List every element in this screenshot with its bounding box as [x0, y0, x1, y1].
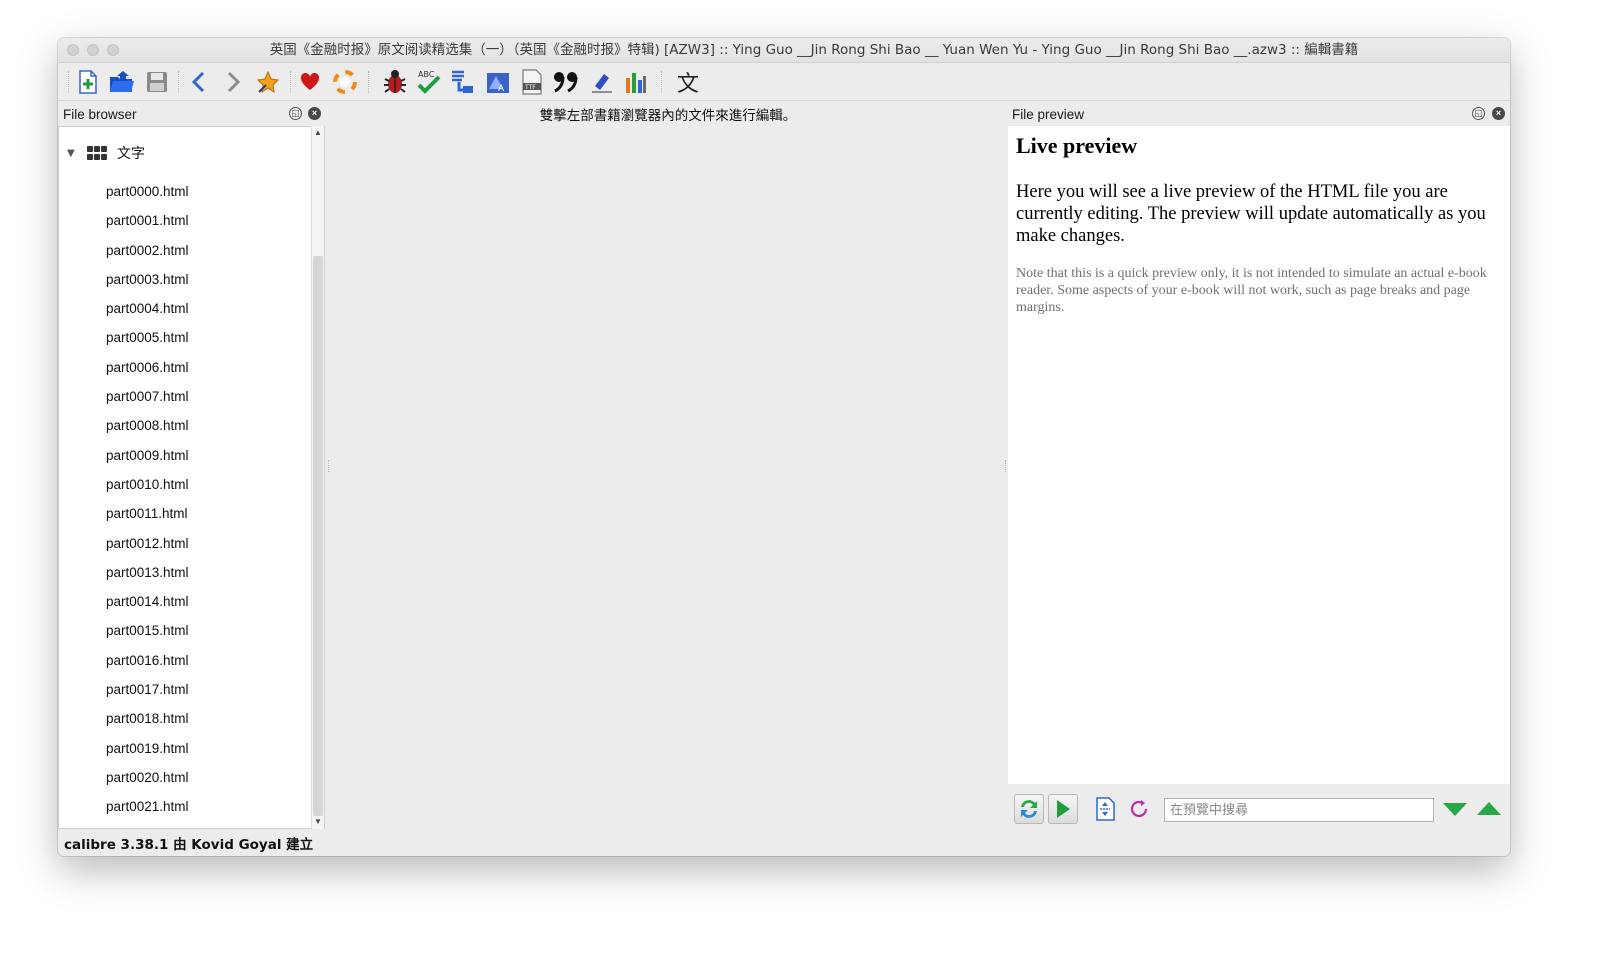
- file-list-item[interactable]: part0001.html: [106, 206, 189, 235]
- close-window-button[interactable]: [67, 44, 79, 56]
- file-list-item[interactable]: part0019.html: [106, 734, 189, 763]
- tree-root-text[interactable]: ▼ 文字: [67, 143, 145, 163]
- window-title: 英国《金融时报》原文阅读精选集（一）（英国《金融时报》特辑) [AZW3] ::…: [269, 42, 1359, 58]
- statistics-icon[interactable]: [622, 68, 650, 96]
- file-list: part0000.html part0001.html part0002.html p…: [106, 177, 189, 828]
- float-dock-icon[interactable]: ◱: [289, 107, 302, 120]
- expand-arrow-icon[interactable]: ▼: [67, 148, 83, 159]
- file-preview-title: File preview: [1012, 107, 1085, 122]
- tree-root-label: 文字: [117, 146, 145, 162]
- back-icon[interactable]: [185, 68, 213, 96]
- file-list-item[interactable]: part0020.html: [106, 763, 189, 792]
- close-dock-icon[interactable]: ×: [1492, 107, 1505, 120]
- file-list-item[interactable]: part0008.html: [106, 411, 189, 440]
- status-bar: calibre 3.38.1 由 Kovid Goyal 建立: [64, 837, 314, 853]
- file-list-item[interactable]: part0014.html: [106, 587, 189, 616]
- character-icon[interactable]: 文: [674, 68, 702, 97]
- file-list-item[interactable]: part0005.html: [106, 323, 189, 352]
- file-list-item[interactable]: part0000.html: [106, 177, 189, 206]
- file-browser-tree[interactable]: ▼ 文字 part0000.html part0001.html part0002.…: [58, 126, 325, 829]
- debug-bug-icon[interactable]: [381, 68, 409, 96]
- open-book-icon[interactable]: [108, 68, 136, 96]
- scroll-up-arrow-icon[interactable]: ▲: [312, 126, 324, 140]
- text-category-icon: [87, 146, 109, 160]
- find-next-button[interactable]: [1440, 794, 1470, 824]
- auto-refresh-toggle[interactable]: [1014, 794, 1044, 824]
- toolbar-separator: [178, 71, 180, 93]
- insert-quote-icon[interactable]: [552, 68, 580, 96]
- file-list-item[interactable]: part0010.html: [106, 470, 189, 499]
- close-dock-icon[interactable]: ×: [308, 107, 321, 120]
- file-browser-title: File browser: [63, 107, 137, 122]
- help-lifebuoy-icon[interactable]: [331, 68, 359, 96]
- file-list-item[interactable]: part0006.html: [106, 353, 189, 382]
- file-list-item[interactable]: part0009.html: [106, 441, 189, 470]
- left-splitter-handle[interactable]: [328, 460, 331, 472]
- checkpoint-icon[interactable]: [254, 68, 282, 96]
- file-list-item[interactable]: part0017.html: [106, 675, 189, 704]
- minimize-window-button[interactable]: [87, 44, 99, 56]
- spellcheck-icon[interactable]: ABC: [415, 68, 443, 96]
- zoom-window-button[interactable]: [107, 44, 119, 56]
- find-previous-button[interactable]: [1474, 794, 1504, 824]
- arrow-up-icon: [1477, 802, 1501, 815]
- preview-note-text: Note that this is a quick preview only, …: [1016, 266, 1487, 315]
- embed-fonts-icon[interactable]: TTF: [518, 68, 546, 96]
- preview-toolbar: [1008, 784, 1510, 836]
- arrow-down-icon: [1443, 803, 1467, 816]
- scroll-thumb[interactable]: [313, 256, 323, 816]
- live-preview-pane: Live preview Here you will see a live pr…: [1008, 126, 1510, 784]
- preview-search-input[interactable]: [1164, 798, 1434, 822]
- float-dock-icon[interactable]: ◱: [1472, 107, 1485, 120]
- toolbar-separator: [661, 71, 663, 93]
- file-browser-scrollbar[interactable]: ▲ ▼: [311, 126, 324, 829]
- split-file-button[interactable]: [1090, 794, 1120, 824]
- editor-placeholder-message: 雙擊左部書籍瀏覽器內的文件來進行編輯。: [539, 108, 797, 124]
- forward-icon[interactable]: [219, 68, 247, 96]
- table-of-contents-icon[interactable]: [449, 68, 477, 96]
- file-list-item[interactable]: part0015.html: [106, 616, 189, 645]
- play-icon: [1057, 800, 1070, 818]
- editor-window: 英国《金融时报》原文阅读精选集（一）（英国《金融时报》特辑) [AZW3] ::…: [58, 38, 1510, 856]
- preview-main-text: Here you will see a live preview of the …: [1016, 182, 1486, 246]
- toolbar-separator: [68, 71, 70, 93]
- file-list-item[interactable]: part0012.html: [106, 529, 189, 558]
- donate-heart-icon[interactable]: [296, 68, 324, 96]
- file-list-item[interactable]: part0007.html: [106, 382, 189, 411]
- main-toolbar: ABC A TTF 文: [58, 63, 1510, 101]
- file-list-item[interactable]: part0021.html: [106, 792, 189, 821]
- edit-pen-icon[interactable]: [588, 68, 616, 96]
- svg-text:ABC: ABC: [418, 70, 435, 79]
- file-list-item[interactable]: part0004.html: [106, 294, 189, 323]
- file-list-item[interactable]: part0011.html: [106, 499, 189, 528]
- reload-preview-button[interactable]: [1124, 794, 1154, 824]
- file-list-item[interactable]: part0018.html: [106, 704, 189, 733]
- reports-icon[interactable]: A: [484, 68, 512, 96]
- reload-icon: [1130, 800, 1148, 818]
- file-list-item[interactable]: part0003.html: [106, 265, 189, 294]
- toolbar-separator: [368, 71, 370, 93]
- scroll-down-arrow-icon[interactable]: ▼: [312, 815, 324, 829]
- title-bar: 英国《金融时报》原文阅读精选集（一）（英国《金融时报》特辑) [AZW3] ::…: [58, 38, 1510, 63]
- file-list-item[interactable]: part0016.html: [106, 646, 189, 675]
- file-list-item[interactable]: part0022.html: [106, 822, 189, 828]
- file-list-item[interactable]: part0002.html: [106, 236, 189, 265]
- preview-heading: Live preview: [1016, 133, 1138, 158]
- refresh-cycle-icon: [1021, 800, 1037, 818]
- file-list-item[interactable]: part0013.html: [106, 558, 189, 587]
- toolbar-separator: [290, 71, 292, 93]
- save-icon[interactable]: [143, 68, 171, 96]
- new-file-icon[interactable]: [74, 68, 102, 96]
- sync-preview-toggle[interactable]: [1048, 794, 1078, 824]
- svg-text:TTF: TTF: [524, 84, 536, 91]
- svg-text:A: A: [498, 84, 505, 94]
- split-file-icon: [1096, 797, 1115, 821]
